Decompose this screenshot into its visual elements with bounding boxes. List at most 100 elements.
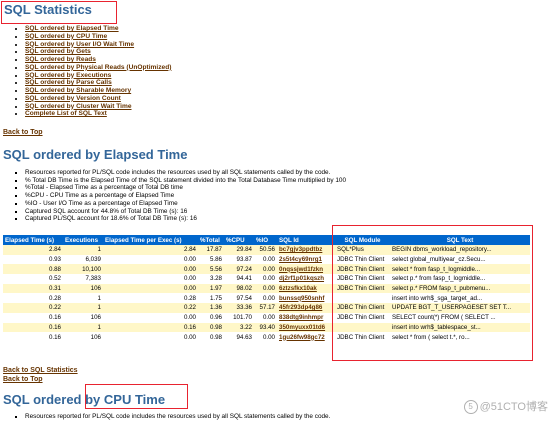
column-header: Elapsed Time per Exec (s) xyxy=(103,235,198,245)
sql-id-link[interactable]: 6ztzsfkx10ak xyxy=(279,285,317,292)
table-cell: 0.16 xyxy=(3,332,63,342)
table-cell: 0.00 xyxy=(254,332,277,342)
table-cell: 0.88 xyxy=(3,264,63,275)
table-cell: 2.84 xyxy=(103,245,198,255)
sql-id-link[interactable]: dj2rf1p01kqszh xyxy=(279,275,324,282)
sql-id-link[interactable]: 1gu26fw98gc72 xyxy=(279,334,325,341)
toc-link[interactable]: Complete List of SQL Text xyxy=(25,110,107,117)
sql-id-link[interactable]: bunssq950snhf xyxy=(279,295,324,302)
table-cell: 0.96 xyxy=(198,312,224,323)
table-cell: 0.28 xyxy=(3,293,63,304)
toc-item: SQL ordered by Cluster Wait Time xyxy=(25,103,171,111)
section-notes: Resources reported for PL/SQL code inclu… xyxy=(8,169,346,223)
sql-id-link[interactable]: 350myuxx01td6 xyxy=(279,324,325,331)
table-cell: 0.16 xyxy=(103,322,198,333)
table-cell: 7,383 xyxy=(63,274,103,284)
note-item: Captured SQL account for 44.8% of Total … xyxy=(25,208,346,216)
note-item: %IO - User I/O Time as a percentage of E… xyxy=(25,200,346,208)
table-cell: 0.22 xyxy=(103,303,198,313)
watermark-text: @51CTO博客 xyxy=(479,401,548,413)
toc-link[interactable]: SQL ordered by Parse Calls xyxy=(25,79,112,86)
sql-id-link[interactable]: 838dtg9inhmpr xyxy=(279,314,323,321)
toc-item: SQL ordered by CPU Time xyxy=(25,33,171,41)
table-cell: 94.63 xyxy=(224,332,254,342)
note-item: %Total - Elapsed Time as a percentage of… xyxy=(25,184,346,192)
toc-link[interactable]: SQL ordered by Sharable Memory xyxy=(25,87,131,94)
note-item: %CPU - CPU Time as a percentage of Elaps… xyxy=(25,192,346,200)
note-item: Resources reported for PL/SQL code inclu… xyxy=(25,169,346,177)
toc-link[interactable]: SQL ordered by CPU Time xyxy=(25,33,107,40)
back-to-top-link[interactable]: Back to Top xyxy=(3,129,43,136)
toc-link[interactable]: SQL ordered by Gets xyxy=(25,48,91,55)
column-header: SQL Id xyxy=(277,235,335,245)
note-item: Resources reported for PL/SQL code inclu… xyxy=(25,413,330,421)
table-cell: 3.22 xyxy=(224,322,254,333)
sql-id-cell: 2s5t4cy69nrg1 xyxy=(277,254,335,265)
table-cell: 0.00 xyxy=(254,254,277,265)
highlight-box-title xyxy=(1,1,117,24)
table-cell: 106 xyxy=(63,312,103,323)
toc-item: SQL ordered by Physical Reads (UnOptimiz… xyxy=(25,64,171,72)
toc-item: Complete List of SQL Text xyxy=(25,110,171,118)
table-cell: 0.31 xyxy=(3,283,63,294)
table-cell: 94.41 xyxy=(224,274,254,284)
table-cell: 17.87 xyxy=(198,245,224,255)
toc-link[interactable]: SQL ordered by Elapsed Time xyxy=(25,25,119,32)
toc-item: SQL ordered by Version Count xyxy=(25,95,171,103)
section-title-elapsed-time: SQL ordered by Elapsed Time xyxy=(3,147,188,162)
table-cell: 0.00 xyxy=(254,283,277,294)
table-cell: 3.28 xyxy=(198,274,224,284)
toc-link[interactable]: SQL ordered by Executions xyxy=(25,72,111,79)
column-header: Elapsed Time (s) xyxy=(3,235,63,245)
sql-id-cell: 6ztzsfkx10ak xyxy=(277,283,335,294)
toc-link[interactable]: SQL ordered by User I/O Wait Time xyxy=(25,41,134,48)
sql-id-link[interactable]: 45fr293dp4g86 xyxy=(279,304,322,311)
toc-link[interactable]: SQL ordered by Version Count xyxy=(25,95,121,102)
sql-id-cell: dj2rf1p01kqszh xyxy=(277,274,335,284)
column-header: %CPU xyxy=(224,235,254,245)
sql-id-link[interactable]: bc7gjv3ppdtbz xyxy=(279,246,322,253)
toc-item: SQL ordered by Sharable Memory xyxy=(25,87,171,95)
toc-item: SQL ordered by Gets xyxy=(25,48,171,56)
watermark: 5 @51CTO博客 xyxy=(463,398,548,415)
highlight-box-cpu-title xyxy=(85,384,188,409)
table-cell: 1 xyxy=(63,303,103,313)
table-cell: 5.86 xyxy=(198,254,224,265)
sql-id-cell: 1gu26fw98gc72 xyxy=(277,332,335,342)
table-cell: 0.00 xyxy=(103,264,198,275)
sql-id-link[interactable]: 2s5t4cy69nrg1 xyxy=(279,256,322,263)
back-to-top-link-2[interactable]: Back to Top xyxy=(3,376,43,383)
section2-notes: Resources reported for PL/SQL code inclu… xyxy=(8,413,330,421)
highlight-box-module-text xyxy=(332,225,533,361)
column-header: %IO xyxy=(254,235,277,245)
back-to-sql-statistics-link[interactable]: Back to SQL Statistics xyxy=(3,367,78,374)
sql-id-cell: 350myuxx01td6 xyxy=(277,322,335,333)
table-cell: 1 xyxy=(63,293,103,304)
table-cell: 97.24 xyxy=(224,264,254,275)
table-cell: 0.00 xyxy=(254,264,277,275)
column-header: %Total xyxy=(198,235,224,245)
toc-link[interactable]: SQL ordered by Reads xyxy=(25,56,96,63)
table-cell: 29.84 xyxy=(224,245,254,255)
table-cell: 5.56 xyxy=(198,264,224,275)
51cto-logo-icon: 5 xyxy=(463,400,478,415)
sql-id-cell: bunssq950snhf xyxy=(277,293,335,304)
note-item: % Total DB Time is the Elapsed Time of t… xyxy=(25,177,346,185)
table-cell: 1.97 xyxy=(198,283,224,294)
table-cell: 93.40 xyxy=(254,322,277,333)
table-cell: 101.70 xyxy=(224,312,254,323)
toc-item: SQL ordered by Executions xyxy=(25,72,171,80)
table-cell: 0.98 xyxy=(198,322,224,333)
table-cell: 106 xyxy=(63,283,103,294)
toc-link[interactable]: SQL ordered by Cluster Wait Time xyxy=(25,103,132,110)
table-cell: 0.22 xyxy=(3,303,63,313)
table-cell: 0.00 xyxy=(103,283,198,294)
table-cell: 97.54 xyxy=(224,293,254,304)
sql-id-cell: 838dtg9inhmpr xyxy=(277,312,335,323)
sql-id-cell: 45fr293dp4g86 xyxy=(277,303,335,313)
toc-link[interactable]: SQL ordered by Physical Reads (UnOptimiz… xyxy=(25,64,171,71)
table-cell: 6,039 xyxy=(63,254,103,265)
sql-id-link[interactable]: 0nqssjwd1fzkn xyxy=(279,266,323,273)
note-item: Captured PL/SQL account for 18.6% of Tot… xyxy=(25,215,346,223)
table-cell: 0.00 xyxy=(254,312,277,323)
